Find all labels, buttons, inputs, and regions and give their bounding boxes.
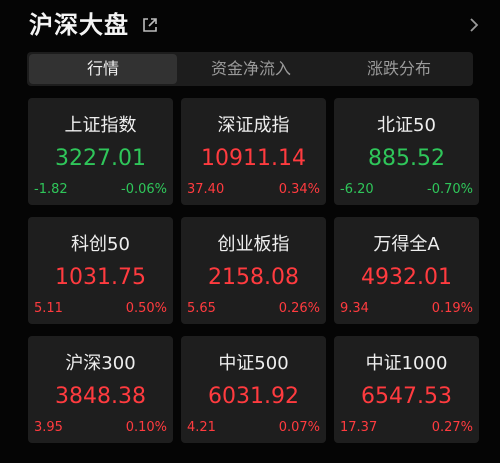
index-card-csi1000[interactable]: 中证1000 6547.53 17.37 0.27% <box>334 336 479 443</box>
index-card-sse[interactable]: 上证指数 3227.01 -1.82 -0.06% <box>28 98 173 205</box>
index-price: 3227.01 <box>55 146 146 171</box>
index-price: 885.52 <box>368 146 445 171</box>
index-change: 17.37 <box>340 420 378 435</box>
index-name: 万得全A <box>373 234 440 255</box>
index-price: 3848.38 <box>55 384 146 409</box>
index-name: 北证50 <box>377 115 436 136</box>
external-link-icon[interactable] <box>141 16 159 34</box>
index-change: 5.65 <box>187 301 216 316</box>
index-change: 4.21 <box>187 420 216 435</box>
tab-quotes[interactable]: 行情 <box>29 54 177 84</box>
index-name: 深证成指 <box>217 115 290 136</box>
tab-bar: 行情 资金净流入 涨跌分布 <box>27 52 473 86</box>
index-price: 6031.92 <box>208 384 299 409</box>
index-percent: 0.19% <box>431 301 473 316</box>
index-percent: -0.70% <box>427 182 473 197</box>
index-percent: 0.34% <box>278 182 320 197</box>
index-card-bse50[interactable]: 北证50 885.52 -6.20 -0.70% <box>334 98 479 205</box>
index-name: 沪深300 <box>65 353 136 374</box>
tab-distribution[interactable]: 涨跌分布 <box>325 52 473 86</box>
index-name: 上证指数 <box>64 115 137 136</box>
index-change: 3.95 <box>34 420 63 435</box>
index-percent: 0.27% <box>431 420 473 435</box>
index-card-csi300[interactable]: 沪深300 3848.38 3.95 0.10% <box>28 336 173 443</box>
index-change: 9.34 <box>340 301 369 316</box>
index-percent: 0.50% <box>125 301 167 316</box>
index-card-star50[interactable]: 科创50 1031.75 5.11 0.50% <box>28 217 173 324</box>
index-change: -1.82 <box>34 182 68 197</box>
index-card-wind-a[interactable]: 万得全A 4932.01 9.34 0.19% <box>334 217 479 324</box>
tab-net-inflow[interactable]: 资金净流入 <box>177 52 325 86</box>
index-percent: -0.06% <box>121 182 167 197</box>
page-title: 沪深大盘 <box>29 11 129 39</box>
index-change: 37.40 <box>187 182 225 197</box>
index-change: -6.20 <box>340 182 374 197</box>
index-price: 10911.14 <box>201 146 306 171</box>
header: 沪深大盘 <box>0 0 500 52</box>
index-percent: 0.10% <box>125 420 167 435</box>
index-name: 中证1000 <box>365 353 448 374</box>
index-grid: 上证指数 3227.01 -1.82 -0.06% 深证成指 10911.14 … <box>28 98 479 443</box>
index-card-chinext[interactable]: 创业板指 2158.08 5.65 0.26% <box>181 217 326 324</box>
index-price: 1031.75 <box>55 265 146 290</box>
index-price: 2158.08 <box>208 265 299 290</box>
index-price: 6547.53 <box>361 384 452 409</box>
index-change: 5.11 <box>34 301 63 316</box>
index-card-szse[interactable]: 深证成指 10911.14 37.40 0.34% <box>181 98 326 205</box>
chevron-right-icon[interactable] <box>468 15 480 35</box>
index-percent: 0.26% <box>278 301 320 316</box>
index-percent: 0.07% <box>278 420 320 435</box>
index-price: 4932.01 <box>361 265 452 290</box>
index-name: 中证500 <box>218 353 289 374</box>
index-card-csi500[interactable]: 中证500 6031.92 4.21 0.07% <box>181 336 326 443</box>
index-name: 创业板指 <box>217 234 290 255</box>
index-name: 科创50 <box>71 234 130 255</box>
